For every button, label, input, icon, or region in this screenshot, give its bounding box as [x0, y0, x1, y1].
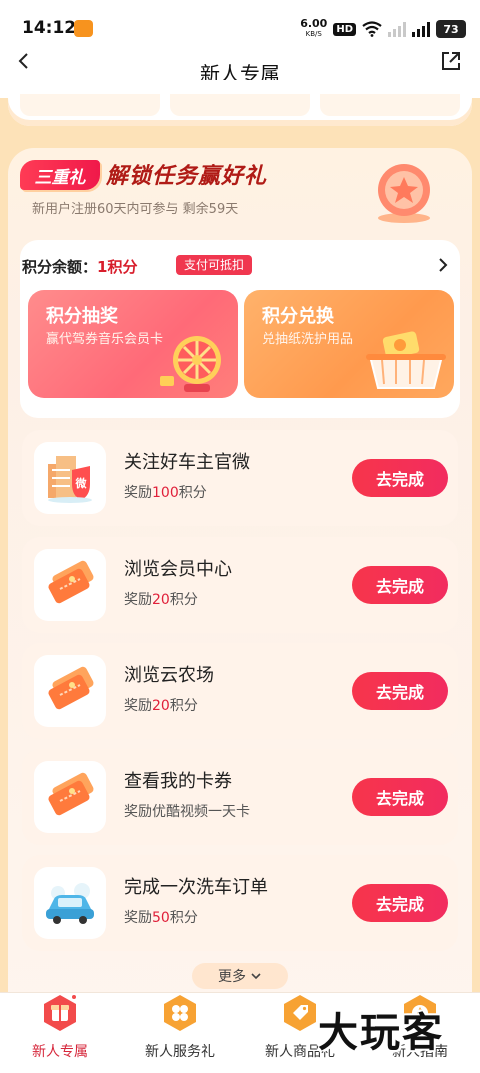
weibo-building-icon: 微: [48, 456, 92, 503]
task-reward: 奖励20积分: [124, 695, 198, 715]
shopping-basket-icon: [366, 331, 446, 389]
pay-deduct-tag: 支付可抵扣: [176, 255, 253, 275]
reward-suffix: 积分: [169, 592, 198, 608]
task-name: 浏览会员中心: [124, 559, 232, 580]
reward-prefix: 奖励: [124, 910, 152, 926]
service-clover-icon: [164, 995, 196, 1031]
points-balance-label: 积分余额：: [22, 258, 98, 276]
app-notification-icon: [74, 20, 93, 37]
task-icon-box: [34, 761, 106, 833]
task-item: 浏览云农场 奖励20积分 去完成: [22, 643, 458, 739]
points-balance-value: 1积分: [97, 258, 138, 276]
chevron-right-icon[interactable]: [436, 256, 450, 274]
net-speed-unit: KB/S: [305, 30, 322, 38]
task-name: 关注好车主官微: [124, 452, 250, 473]
lottery-title: 积分抽奖: [46, 306, 118, 327]
previous-card-segment: [170, 94, 310, 116]
nav-label: 新人服务礼: [145, 1044, 215, 1060]
task-icon-box: [34, 867, 106, 939]
task-name: 完成一次洗车订单: [124, 877, 268, 898]
gift-box-icon: [44, 995, 76, 1031]
reward-suffix: 积分: [169, 698, 198, 714]
nav-item-newcomer-exclusive[interactable]: 新人专属: [0, 993, 120, 1073]
reward-suffix: 积分: [178, 485, 207, 501]
points-lottery-tile[interactable]: 积分抽奖 赢代驾券音乐会员卡: [28, 290, 238, 398]
task-icon-box: [34, 549, 106, 621]
lottery-subtitle: 赢代驾券音乐会员卡: [46, 332, 164, 347]
task-item: 浏览会员中心 奖励20积分 去完成: [22, 537, 458, 633]
coupon-ticket-icon: [48, 666, 94, 710]
reward-value: 50: [152, 910, 170, 926]
net-speed: 6.00 KB/S: [300, 17, 328, 39]
nav-label: 新人专属: [32, 1044, 88, 1060]
signal-1-icon: [388, 21, 406, 37]
exchange-title: 积分兑换: [262, 306, 334, 327]
task-reward: 奖励20积分: [124, 589, 198, 609]
signal-5g-icon: [412, 21, 430, 37]
car-wash-icon: [46, 883, 94, 924]
more-button[interactable]: 更多: [192, 963, 288, 989]
task-name: 浏览云农场: [124, 665, 214, 686]
prize-wheel-icon: [160, 336, 221, 392]
task-item: 微 关注好车主官微 奖励100积分 去完成: [22, 430, 458, 526]
section-title: 解锁任务赢好礼: [106, 164, 268, 189]
task-name: 查看我的卡券: [124, 771, 232, 792]
coupon-ticket-icon: [48, 560, 94, 604]
reward-prefix: 奖励优酷视频一天卡: [124, 804, 250, 820]
task-icon-box: [34, 655, 106, 727]
chevron-down-icon: [251, 973, 261, 980]
section-subtitle: 新用户注册60天内可参与 剩余59天: [32, 202, 239, 217]
status-bar: 14:12 6.00 KB/S HD 73: [0, 14, 480, 44]
wifi-icon: [362, 21, 382, 37]
points-balance[interactable]: 积分余额：1积分: [22, 256, 137, 277]
previous-card-segment: [320, 94, 460, 116]
coupon-ticket-icon: [48, 772, 94, 816]
complete-task-button[interactable]: 去完成: [352, 459, 448, 497]
complete-task-button[interactable]: 去完成: [352, 884, 448, 922]
complete-task-button[interactable]: 去完成: [352, 778, 448, 816]
task-icon-box: 微: [34, 442, 106, 514]
reward-suffix: 积分: [169, 910, 198, 926]
more-label: 更多: [218, 969, 246, 985]
reward-value: 100: [152, 485, 179, 501]
status-time: 14:12: [22, 18, 77, 38]
hd-icon: HD: [333, 22, 356, 36]
task-item: 完成一次洗车订单 奖励50积分 去完成: [22, 855, 458, 951]
points-exchange-tile[interactable]: 积分兑换 兑抽纸洗护用品: [244, 290, 454, 398]
task-reward: 奖励100积分: [124, 482, 207, 502]
net-speed-value: 6.00: [300, 17, 328, 30]
battery-icon: 73: [436, 20, 466, 38]
complete-task-button[interactable]: 去完成: [352, 672, 448, 710]
task-reward: 奖励50积分: [124, 907, 198, 927]
previous-card-segment: [20, 94, 160, 116]
exchange-subtitle: 兑抽纸洗护用品: [262, 332, 354, 347]
complete-task-button[interactable]: 去完成: [352, 566, 448, 604]
star-coin-icon: [378, 164, 430, 223]
reward-value: 20: [152, 698, 170, 714]
reward-value: 20: [152, 592, 170, 608]
reward-prefix: 奖励: [124, 592, 152, 608]
reward-prefix: 奖励: [124, 698, 152, 714]
share-icon[interactable]: [440, 50, 462, 72]
price-tag-icon: [284, 995, 316, 1031]
watermark-text: 大玩客: [318, 1010, 444, 1056]
reward-prefix: 奖励: [124, 485, 152, 501]
svg-text:微: 微: [75, 476, 88, 490]
task-item: 查看我的卡券 奖励优酷视频一天卡 去完成: [22, 749, 458, 845]
task-reward: 奖励优酷视频一天卡: [124, 801, 250, 821]
status-icons: 6.00 KB/S HD 73: [300, 18, 466, 40]
previous-section-card: [8, 80, 472, 126]
triple-gift-badge: 三重礼: [20, 160, 100, 190]
nav-item-service-gift[interactable]: 新人服务礼: [120, 993, 240, 1073]
